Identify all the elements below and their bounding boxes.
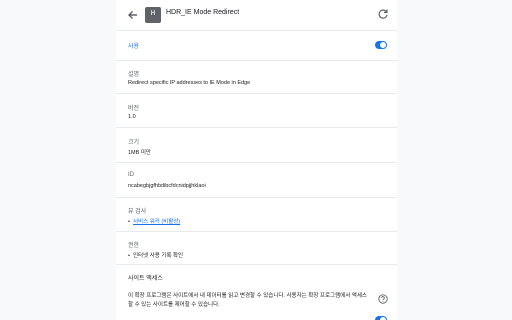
description-text: Redirect specific IP addresses to IE Mod…: [128, 80, 251, 86]
id-section: ID ncabegbjgfhbdibcfdcnidpjjhklaoi: [116, 162, 397, 198]
enable-toggle[interactable]: [375, 41, 387, 49]
site-access-section: 사이트 액세스 이 확장 프로그램은 사이트에서 내 데이터를 읽고 변경할 수…: [116, 264, 397, 320]
description-section: 설명 Redirect specific IP addresses to IE …: [116, 60, 397, 94]
version-value: 1.0: [128, 114, 136, 120]
site-access-text-line2: 할 수 있는 사이트를 제어할 수 있습니다.: [128, 302, 220, 308]
help-icon[interactable]: [378, 294, 388, 304]
size-value: 1MB 미만: [128, 150, 151, 156]
inspect-views-section: 뷰 검사 • 서비스 워커 (비활성): [116, 197, 397, 232]
inspect-views-label: 뷰 검사: [128, 209, 147, 215]
back-arrow-icon[interactable]: [126, 8, 140, 22]
extension-details-panel: H HDR_IE Mode Redirect 사용 설명 Redirect sp…: [116, 0, 397, 320]
extension-title: HDR_IE Mode Redirect: [166, 9, 240, 16]
description-label: 설명: [128, 72, 140, 78]
extension-icon: H: [145, 7, 161, 23]
site-access-toggle[interactable]: [375, 316, 387, 320]
reload-icon[interactable]: [377, 8, 389, 20]
permissions-item: • 인터넷 사용 기록 확인: [128, 251, 183, 259]
permissions-label: 권한: [128, 243, 140, 249]
site-access-label: 사이트 액세스: [128, 276, 163, 282]
version-section: 버전 1.0: [116, 93, 397, 128]
version-label: 버전: [128, 106, 140, 112]
enable-row: 사용: [116, 30, 397, 61]
extension-icon-letter: H: [150, 9, 156, 17]
permissions-section: 권한 • 인터넷 사용 기록 확인: [116, 231, 397, 265]
size-section: 크기 1MB 미만: [116, 127, 397, 163]
enable-label: 사용: [128, 44, 140, 50]
service-worker-link[interactable]: 서비스 워커 (비활성): [133, 219, 180, 225]
id-label: ID: [128, 172, 134, 178]
permission-text: 인터넷 사용 기록 확인: [132, 253, 184, 259]
id-value: ncabegbjgfhbdibcfdcnidpjjhklaoi: [128, 183, 206, 189]
details-header: H HDR_IE Mode Redirect: [116, 0, 397, 30]
inspect-views-item: • 서비스 워커 (비활성): [128, 217, 180, 225]
size-label: 크기: [128, 140, 140, 146]
site-access-text-line1: 이 확장 프로그램은 사이트에서 내 데이터를 읽고 변경할 수 있습니다. 사…: [128, 293, 367, 299]
